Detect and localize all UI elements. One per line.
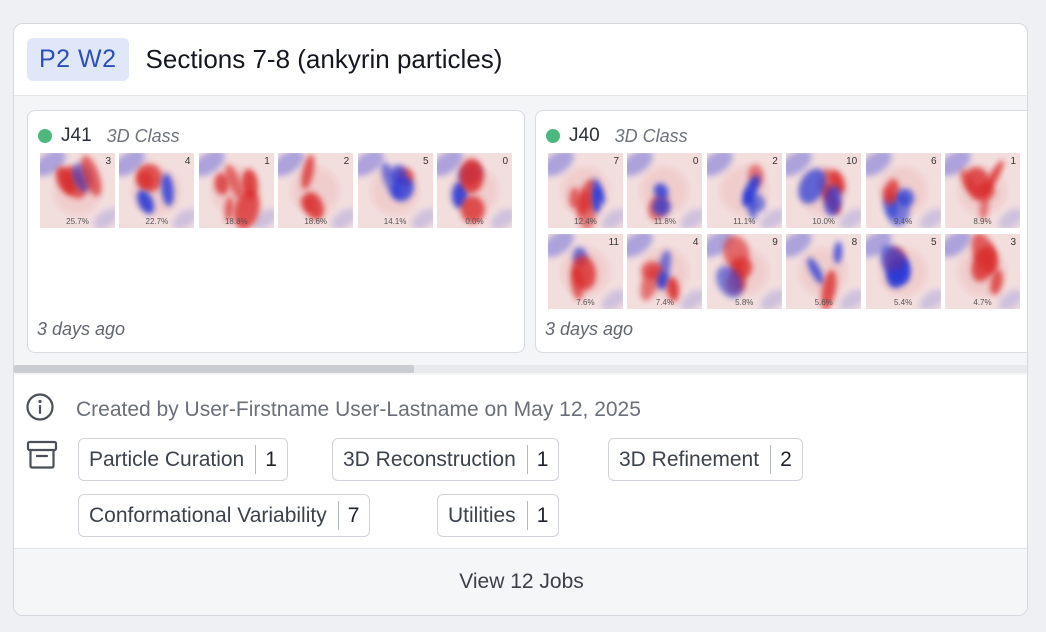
scrollbar-thumb[interactable]	[14, 365, 414, 373]
class-number: 5	[423, 156, 429, 167]
job-card-j41[interactable]: J41 3D Class 3 25.7% 4 22.7% 1 18.8% 2 18.6% 5 14…	[27, 110, 525, 353]
job-card-header: J40 3D Class	[546, 125, 688, 147]
class-percentage: 7.6%	[576, 298, 595, 307]
tag-count: 1	[265, 447, 277, 471]
archive-box-icon	[26, 440, 58, 475]
class-thumbnail[interactable]: 4 7.4%	[627, 234, 703, 309]
class-thumbnail[interactable]: 5 14.1%	[357, 153, 433, 228]
created-by-text: Created by User-Firstname User-Lastname …	[76, 397, 641, 421]
class-percentage: 5.6%	[814, 298, 833, 307]
class-thumbnail[interactable]: 3 4.7%	[945, 234, 1020, 309]
class-percentage: 22.7%	[145, 217, 169, 226]
status-dot-icon	[38, 129, 52, 143]
class-thumbnail[interactable]: 9 5.8%	[706, 234, 782, 309]
class-thumbnail[interactable]: 7 12.4%	[548, 153, 623, 228]
class-thumbnail[interactable]: 1 8.9%	[945, 153, 1020, 228]
tag-label: Particle Curation	[89, 447, 245, 471]
job-id: J40	[569, 125, 600, 146]
tag-utilities[interactable]: Utilities 1	[437, 494, 560, 537]
tag-label: Utilities	[448, 503, 516, 527]
job-cards-scroller[interactable]: J41 3D Class 3 25.7% 4 22.7% 1 18.8% 2 18.6% 5 14…	[14, 95, 1027, 375]
class-number: 10	[846, 156, 858, 167]
class-number: 9	[772, 237, 778, 248]
class-percentage: 8.9%	[973, 217, 992, 226]
class-thumbnail[interactable]: 0 0.0%	[437, 153, 512, 228]
tag-conformational-variability[interactable]: Conformational Variability 7	[78, 494, 371, 537]
job-card-j40[interactable]: J40 3D Class 7 12.4% 0 11.8% 2 11.1% 10 10.0% 6 9…	[535, 110, 1027, 353]
class-thumbnail[interactable]: 3 25.7%	[40, 153, 115, 228]
class-percentage: 7.4%	[655, 298, 674, 307]
class-number: 3	[1010, 237, 1016, 248]
class-percentage: 0.0%	[465, 217, 484, 226]
class-thumbnail[interactable]: 5 5.4%	[865, 234, 941, 309]
job-time: 3 days ago	[545, 319, 634, 339]
class-percentage: 12.4%	[574, 217, 597, 226]
class-number: 4	[692, 237, 699, 248]
class-thumbnail[interactable]: 2 18.6%	[278, 153, 354, 228]
class-percentage: 11.1%	[733, 217, 756, 226]
class-thumbnail[interactable]: 11 7.6%	[548, 234, 623, 309]
class-number: 2	[343, 156, 350, 167]
class-number: 8	[851, 237, 858, 248]
workspace-title[interactable]: Sections 7-8 (ankyrin particles)	[146, 44, 503, 75]
view-jobs-button[interactable]: View 12 Jobs	[14, 548, 1027, 615]
job-card-header: J41 3D Class	[38, 125, 180, 147]
class-number: 3	[105, 156, 111, 167]
class-number: 6	[931, 156, 937, 167]
tag-count: 1	[536, 503, 549, 527]
workspace-badge[interactable]: P2 W2	[27, 37, 129, 81]
class-percentage: 4.7%	[973, 298, 992, 307]
class-thumbnail[interactable]: 8 5.6%	[786, 234, 862, 309]
class-thumbnail[interactable]: 0 11.8%	[627, 153, 703, 228]
tag-count: 2	[780, 447, 792, 471]
tag-label: 3D Refinement	[619, 447, 760, 471]
class-thumbnail[interactable]: 6 9.4%	[865, 153, 941, 228]
class-number: 2	[772, 156, 778, 167]
job-time: 3 days ago	[37, 319, 126, 339]
class-percentage: 25.7%	[66, 217, 89, 226]
class-number: 5	[931, 237, 937, 248]
class-number: 11	[608, 237, 619, 248]
class-number: 1	[1010, 156, 1016, 167]
class-percentage: 14.1%	[383, 217, 407, 226]
class-percentage: 11.8%	[653, 217, 676, 226]
job-type: 3D Class	[614, 125, 688, 146]
class-percentage: 10.0%	[812, 217, 836, 226]
class-number: 0	[502, 156, 508, 167]
class-number: 4	[184, 156, 191, 167]
class-thumbnail[interactable]: 4 22.7%	[119, 153, 195, 228]
tag-label: Conformational Variability	[89, 503, 327, 527]
tag-3d-refinement[interactable]: 3D Refinement 2	[608, 438, 803, 481]
status-dot-icon	[546, 129, 560, 143]
tag-3d-reconstruction[interactable]: 3D Reconstruction 1	[332, 438, 560, 481]
created-info-row: Created by User-Firstname User-Lastname …	[25, 392, 641, 427]
tag-label: 3D Reconstruction	[343, 447, 516, 471]
tag-count: 1	[536, 447, 549, 471]
class-percentage: 5.8%	[735, 298, 754, 307]
horizontal-scrollbar[interactable]	[14, 365, 1027, 373]
view-jobs-label: View 12 Jobs	[459, 570, 584, 593]
class-thumbnail[interactable]: 1 18.8%	[198, 153, 274, 228]
job-id: J41	[61, 125, 92, 146]
job-type: 3D Class	[106, 125, 180, 146]
class-thumbnail[interactable]: 10 10.0%	[786, 153, 862, 228]
class-number: 0	[692, 156, 699, 167]
tag-count: 7	[347, 503, 360, 527]
info-circle-icon	[25, 392, 55, 427]
class-number: 7	[613, 156, 619, 167]
tag-particle-curation[interactable]: Particle Curation 1	[78, 438, 288, 481]
class-percentage: 18.6%	[304, 217, 328, 226]
workspace-card: P2 W2 Sections 7-8 (ankyrin particles) J…	[13, 23, 1028, 616]
class-percentage: 9.4%	[893, 217, 913, 226]
class-percentage: 5.4%	[893, 298, 913, 307]
class-number: 1	[264, 156, 270, 167]
card-header: P2 W2 Sections 7-8 (ankyrin particles)	[14, 24, 1027, 94]
class-thumbnail[interactable]: 2 11.1%	[706, 153, 782, 228]
class-percentage: 18.8%	[224, 217, 248, 226]
